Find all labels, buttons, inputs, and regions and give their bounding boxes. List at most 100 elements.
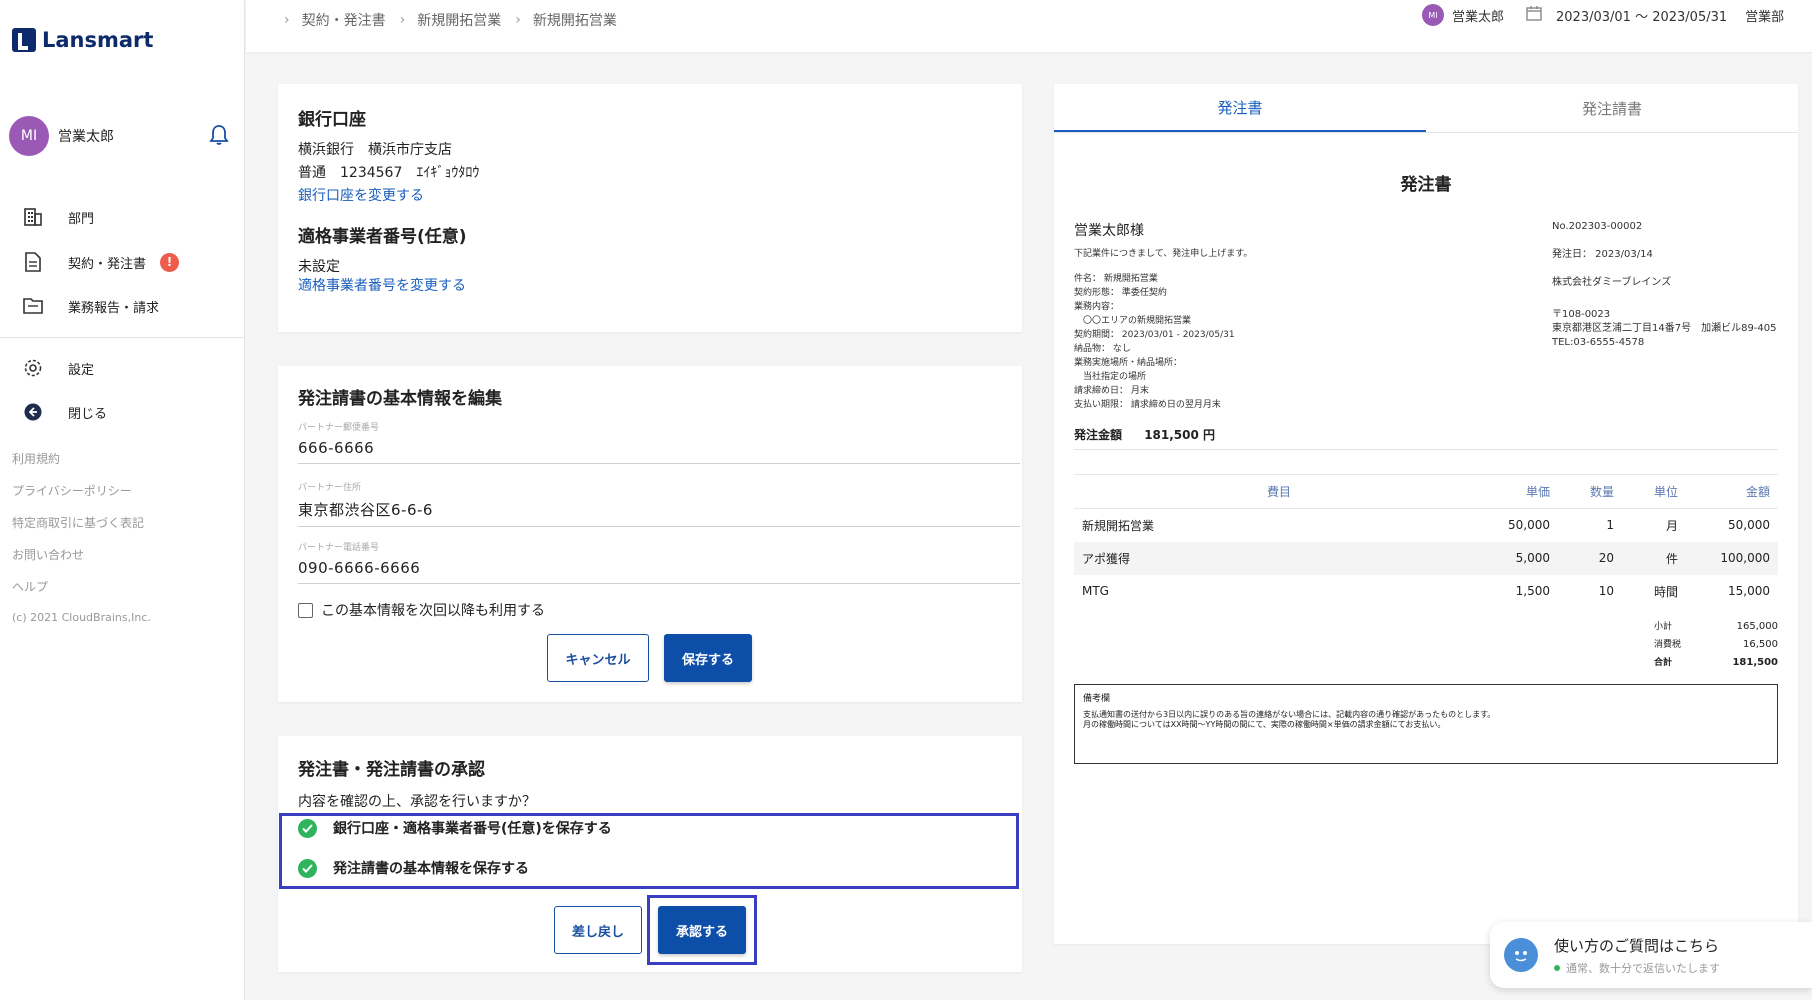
copyright: (c) 2021 CloudBrains,Inc. [12, 611, 151, 624]
top-right-info: MI 営業太郎 2023/03/01 ～ 2023/05/31 営業部 [1422, 4, 1784, 26]
approve-button[interactable]: 承認する [658, 906, 746, 954]
chevron-right-icon: › [515, 12, 521, 28]
change-invoice-number-link[interactable]: 適格事業者番号を変更する [298, 275, 466, 295]
change-bank-link[interactable]: 銀行口座を変更する [298, 185, 424, 205]
cell: 15,000 [1728, 584, 1770, 598]
issuer-address: 東京都港区芝浦二丁目14番7号 加瀬ビル89-405 [1552, 323, 1777, 334]
table-header-row: 費目 単価 数量 単位 金額 [1074, 474, 1778, 509]
arrow-left-circle-icon [22, 401, 44, 423]
basic-info-card: 発注請書の基本情報を編集 パートナー郵便番号 666-6666 パートナー住所 … [278, 366, 1022, 702]
detail-line: 契約期間： 2023/03/01 - 2023/05/31 [1074, 330, 1235, 340]
checklist-label: 銀行口座・適格事業者番号(任意)を保存する [333, 821, 612, 837]
cell: 100,000 [1686, 541, 1778, 575]
brand-logo[interactable]: Lansmart [12, 28, 153, 52]
tab-order-acceptance[interactable]: 発注請書 [1426, 84, 1798, 132]
approval-question: 内容を確認の上、承認を行いますか？ [298, 794, 536, 810]
order-date: 発注日： 2023/03/14 [1552, 249, 1653, 260]
sidebar-item-settings[interactable]: 設定 [22, 356, 94, 380]
remarks-line: 月の稼働時間についてはXX時間〜YY時間の間にて、実際の稼働時間×単価の請求金額… [1083, 720, 1446, 729]
cancel-button[interactable]: キャンセル [547, 634, 649, 682]
tax-row: 消費税 16,500 [1614, 636, 1778, 654]
top-user-name: 営業太郎 [1452, 9, 1505, 25]
postal-code-field[interactable]: パートナー郵便番号 666-6666 [298, 420, 1020, 464]
sidebar-divider [0, 337, 245, 338]
intro-text: 下記業件につきまして、発注申し上げます。 [1074, 249, 1253, 259]
remarks-title: 備考欄 [1083, 694, 1111, 704]
breadcrumb-item: 新規開拓営業 [532, 13, 617, 29]
order-amount-label: 発注金額 [1074, 428, 1123, 442]
avatar[interactable]: MI [9, 116, 49, 156]
phone-input[interactable]: 090-6666-6666 [298, 559, 1020, 583]
cell: 件 [1622, 541, 1686, 575]
breadcrumb: › 契約・発注書 › 新規開拓営業 › 新規開拓営業 [284, 10, 631, 30]
period-range[interactable]: 2023/03/01 ～ 2023/05/31 [1556, 6, 1727, 25]
sidebar-item-contracts[interactable]: 契約・発注書 ! [22, 250, 180, 274]
contact-link[interactable]: お問い合わせ [12, 546, 84, 563]
total-value: 181,500 [1732, 657, 1778, 668]
bank-account-card: 銀行口座 横浜銀行 横浜市庁支店 普通 1234567 ｴｲｷﾞｮｳﾀﾛｳ 銀行… [278, 84, 1022, 332]
cell: 20 [1558, 541, 1622, 575]
online-dot-icon [1554, 964, 1560, 971]
send-back-button[interactable]: 差し戻し [554, 906, 642, 954]
check-circle-icon [298, 858, 317, 878]
check-circle-icon [298, 818, 317, 838]
basic-info-title: 発注請書の基本情報を編集 [298, 389, 502, 409]
terms-link[interactable]: 利用規約 [12, 450, 60, 467]
approval-card: 発注書・発注請書の承認 内容を確認の上、承認を行いますか？ 銀行口座・適格事業者… [278, 736, 1022, 972]
bank-line-2: 普通 1234567 ｴｲｷﾞｮｳﾀﾛｳ [298, 165, 480, 181]
help-link[interactable]: ヘルプ [12, 578, 48, 595]
privacy-link[interactable]: プライバシーポリシー [12, 482, 132, 499]
user-profile: MI 営業太郎 [9, 116, 229, 156]
cell: 10 [1598, 584, 1614, 598]
field-label: パートナー電話番号 [298, 543, 380, 553]
sidebar-item-label: 設定 [68, 362, 95, 378]
breadcrumb-item[interactable]: 新規開拓営業 [417, 10, 501, 30]
cell: 新規開拓営業 [1082, 518, 1155, 533]
cell: 50,000 [1728, 518, 1770, 533]
sidebar-item-departments[interactable]: 部門 [22, 205, 94, 229]
table-row: MTG 1,500 10 時間 15,000 [1074, 575, 1778, 608]
invoice-number-title: 適格事業者番号(任意) [298, 227, 467, 247]
phone-field[interactable]: パートナー電話番号 090-6666-6666 [298, 540, 1020, 584]
subtotal-row: 小計 165,000 [1614, 618, 1778, 636]
commerce-law-link[interactable]: 特定商取引に基づく表記 [12, 514, 144, 531]
sidebar-item-reports[interactable]: 業務報告・請求 [22, 294, 159, 318]
bank-line-1: 横浜銀行 横浜市庁支店 [298, 142, 452, 158]
department-label[interactable]: 営業部 [1745, 6, 1784, 25]
detail-line: 〇〇エリアの新規開拓営業 [1074, 316, 1192, 326]
postal-code-input[interactable]: 666-6666 [298, 439, 1020, 463]
field-label: パートナー住所 [298, 483, 362, 493]
cell: 1,500 [1515, 584, 1550, 598]
approval-title: 発注書・発注請書の承認 [298, 760, 485, 780]
bell-icon[interactable] [209, 124, 229, 150]
chat-title: 使い方のご質問はこちら [1554, 936, 1720, 955]
subtotal-value: 165,000 [1736, 621, 1778, 632]
recipient-name: 営業太郎様 [1074, 223, 1144, 239]
user-name: 営業太郎 [58, 129, 114, 145]
address-field[interactable]: パートナー住所 東京都渋谷区6-6-6 [298, 480, 1020, 527]
reuse-info-checkbox[interactable] [298, 602, 313, 618]
help-chat-widget[interactable]: 使い方のご質問はこちら 通常、数十分で返信いたします [1490, 922, 1812, 988]
detail-line: 契約形態： 準委任契約 [1074, 288, 1167, 298]
calendar-icon[interactable] [1526, 5, 1542, 25]
detail-line: 支払い期限： 請求締め日の翌月月末 [1074, 400, 1221, 410]
chat-status-text: 通常、数十分で返信いたします [1566, 961, 1720, 975]
total-label: 合計 [1654, 658, 1673, 668]
avatar[interactable]: MI [1422, 4, 1444, 26]
reuse-info-row[interactable]: この基本情報を次回以降も利用する [298, 600, 545, 620]
breadcrumb-item[interactable]: 契約・発注書 [302, 10, 386, 30]
document-title: 発注書 [1400, 175, 1452, 195]
gear-icon [22, 357, 44, 379]
save-button[interactable]: 保存する [664, 634, 752, 682]
table-row: 新規開拓営業 50,000 1 月 50,000 [1074, 509, 1778, 542]
top-bar: › 契約・発注書 › 新規開拓営業 › 新規開拓営業 MI 営業太郎 2023/… [246, 0, 1812, 52]
cell: 50,000 [1508, 518, 1550, 533]
tab-purchase-order[interactable]: 発注書 [1054, 84, 1426, 132]
issuer-zip: 〒108-0023 [1552, 309, 1611, 320]
logo-mark-icon [12, 28, 36, 52]
sidebar-collapse-button[interactable]: 閉じる [22, 400, 107, 424]
cell: 月 [1665, 518, 1678, 533]
column-header: 数量 [1558, 474, 1622, 509]
address-input[interactable]: 東京都渋谷区6-6-6 [298, 499, 1020, 526]
folder-icon [22, 295, 44, 317]
